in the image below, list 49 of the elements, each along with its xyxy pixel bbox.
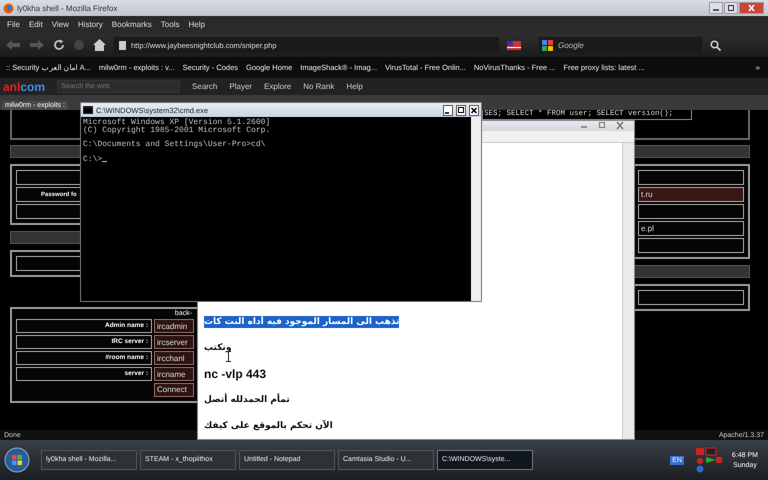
connect-button[interactable]: Connect <box>154 383 194 397</box>
menu-item[interactable]: Bookmarks <box>112 20 152 29</box>
menu-item[interactable]: Edit <box>28 20 43 29</box>
browser-logo-icon <box>3 2 14 14</box>
input-field[interactable]: ircadmin <box>154 319 194 333</box>
text-cursor-icon <box>226 351 231 362</box>
home-icon[interactable] <box>93 39 106 51</box>
close-button[interactable] <box>469 104 479 116</box>
input-field[interactable]: ircname <box>154 367 194 381</box>
scrollbar[interactable] <box>471 117 481 301</box>
toolbar-item[interactable]: Explore <box>264 82 292 91</box>
toolbar-item[interactable]: Player <box>229 82 252 91</box>
toolbar-logo[interactable]: anlcom <box>3 80 46 94</box>
menu-item[interactable]: Tools <box>160 20 180 29</box>
menu-item[interactable]: History <box>78 20 103 29</box>
minimize-button[interactable] <box>709 2 723 14</box>
search-icon[interactable] <box>710 40 721 50</box>
toolbar-item[interactable]: No Rank <box>303 82 334 91</box>
input-field[interactable]: ircserver <box>154 335 194 349</box>
console-line: (C) Copyright 1985-2001 Microsoft Corp. <box>83 126 270 134</box>
input-field[interactable]: e.pl <box>638 221 744 236</box>
maximize-button[interactable] <box>456 104 466 116</box>
tray-icons-drawing[interactable] <box>694 447 722 473</box>
toolbar-item[interactable]: Help <box>346 82 363 91</box>
maximize-button[interactable] <box>724 2 738 14</box>
console-icon <box>83 106 93 114</box>
input-field[interactable]: t.ru <box>638 187 744 202</box>
menu-item[interactable]: File <box>7 20 20 29</box>
menu-item[interactable]: Help <box>188 20 205 29</box>
search-field[interactable]: Google <box>539 37 702 53</box>
console-line: Microsoft Windows XP [Version 5.1.2600] <box>83 119 270 126</box>
scrollbar[interactable] <box>622 143 634 439</box>
menu-item[interactable]: View <box>52 20 69 29</box>
more-bookmarks-button[interactable]: » <box>756 63 760 72</box>
google-logo-icon <box>542 40 553 50</box>
minimize-button[interactable] <box>443 104 453 116</box>
console-line: C:\> <box>83 156 102 163</box>
flag-icon[interactable] <box>507 40 521 50</box>
start-button[interactable] <box>4 447 30 473</box>
text-line: nc -vlp 443 <box>204 367 266 381</box>
reload-icon[interactable] <box>53 39 65 51</box>
input-field[interactable]: ircchanl <box>154 351 194 365</box>
text-line: تمأم الحمدلله أتصل <box>204 395 290 405</box>
page-icon <box>119 40 126 50</box>
search-button[interactable]: Search <box>192 82 218 91</box>
window-title: ly0kha shell - Mozilla Firefox <box>17 4 118 12</box>
text-line: الآن تحكم بالموقع على كيفك <box>204 421 333 431</box>
console-line: C:\Documents and Settings\User-Pro>cd\ <box>83 141 266 148</box>
cursor-caret <box>102 161 108 162</box>
